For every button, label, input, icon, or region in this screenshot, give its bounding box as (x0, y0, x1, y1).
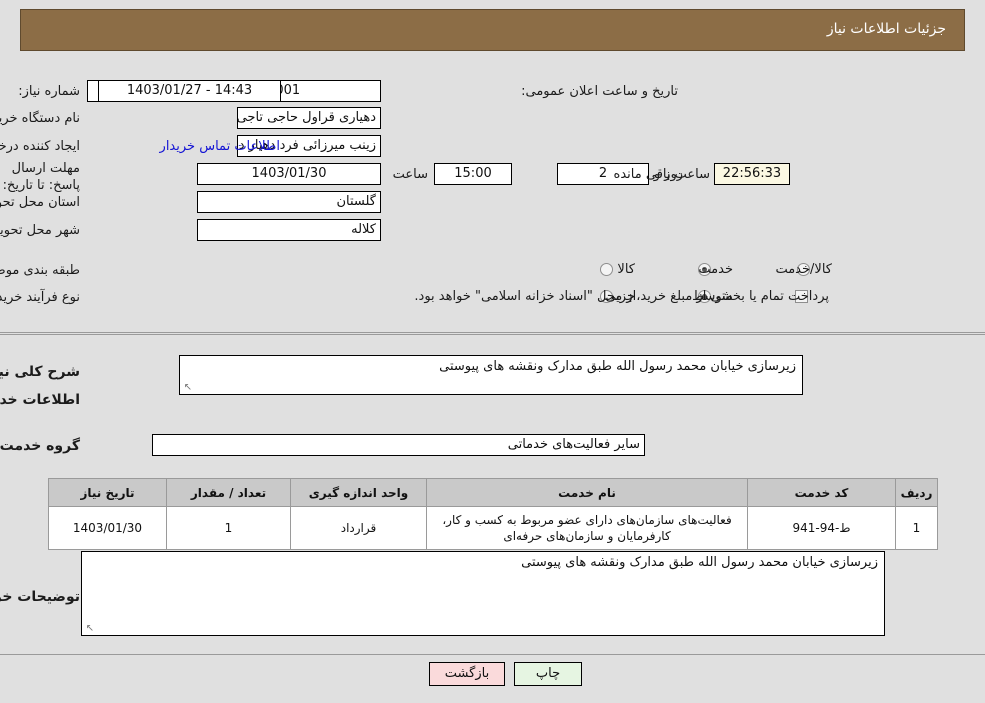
table-header-row: ردیف کد خدمت نام خدمت واحد اندازه گیری ت… (48, 478, 938, 507)
need-summary-label: شرح کلی نیاز: (0, 364, 80, 380)
table-header-service-code: کد خدمت (747, 478, 896, 507)
page-title: جزئیات اطلاعات نیاز (826, 21, 946, 37)
need-summary-value: زیرسازی خیابان محمد رسول الله طبق مدارک … (439, 359, 796, 374)
radio-category-khedmat-label: خدمت (698, 262, 733, 277)
resize-grip-icon-2[interactable] (84, 624, 94, 634)
page-title-bar: جزئیات اطلاعات نیاز (20, 9, 965, 51)
public-announce-label: تاریخ و ساعت اعلان عمومی: (521, 84, 678, 99)
cell-service-code: ط-94-941 (747, 506, 896, 550)
cell-service-name: فعالیت‌های سازمان‌های دارای عضو مربوط به… (426, 506, 748, 550)
resize-grip-icon[interactable] (182, 383, 192, 393)
cell-unit: قرارداد (290, 506, 427, 550)
city-label: شهر محل تحویل: (0, 223, 80, 238)
table-header-row-index: ردیف (895, 478, 938, 507)
buyer-notes-value: زیرسازی خیابان محمد رسول الله طبق مدارک … (521, 555, 878, 570)
radio-category-kala-khedmat-label: کالا/خدمت (775, 262, 832, 277)
remaining-time-label: ساعت باقی مانده (613, 167, 710, 182)
cell-need-date: 1403/01/30 (48, 506, 167, 550)
buyer-notes-label: توضیحات خریدار: (0, 589, 80, 605)
services-table: ردیف کد خدمت نام خدمت واحد اندازه گیری ت… (48, 478, 938, 550)
table-header-need-date: تاریخ نیاز (48, 478, 167, 507)
province-value: گلستان (197, 191, 381, 213)
services-section-heading: اطلاعات خدمات مورد نیاز (0, 392, 80, 408)
remaining-time-value: 22:56:33 (714, 163, 790, 185)
requester-label: ایجاد کننده درخواست: (0, 139, 80, 154)
table-header-service-name: نام خدمت (426, 478, 748, 507)
need-number-label: شماره نیاز: (18, 84, 80, 99)
table-row: 1 ط-94-941 فعالیت‌های سازمان‌های دارای ع… (48, 506, 938, 550)
buyer-notes-textarea[interactable]: زیرسازی خیابان محمد رسول الله طبق مدارک … (81, 551, 885, 636)
table-header-quantity: تعداد / مقدار (166, 478, 291, 507)
table-header-unit: واحد اندازه گیری (290, 478, 427, 507)
print-button[interactable]: چاپ (514, 662, 582, 686)
category-label: طبقه بندی موضوعی: (0, 263, 80, 278)
radio-category-kala[interactable] (600, 263, 613, 276)
radio-category-kala-label: کالا (617, 262, 635, 277)
service-group-value: سایر فعالیت‌های خدماتی (152, 434, 645, 456)
province-label: استان محل تحویل: (0, 195, 80, 210)
buyer-contact-link[interactable]: اطلاعات تماس خریدار (140, 139, 280, 154)
buyer-org-value: دهیاری قراول حاجی تاجی بخش مرکزی شهرستان… (237, 107, 381, 129)
cell-row-index: 1 (895, 506, 938, 550)
back-button[interactable]: بازگشت (429, 662, 505, 686)
buyer-org-label: نام دستگاه خریدار: (0, 111, 80, 126)
cell-quantity: 1 (166, 506, 291, 550)
need-summary-textarea[interactable]: زیرسازی خیابان محمد رسول الله طبق مدارک … (179, 355, 803, 395)
service-group-label: گروه خدمت: (0, 438, 80, 454)
deadline-label: مهلت ارسال پاسخ: تا تاریخ: (2, 161, 80, 193)
city-value: کلاله (197, 219, 381, 241)
process-label: نوع فرآیند خرید : (0, 290, 80, 305)
checkbox-islamic-treasury-label: پرداخت تمام یا بخشی از مبلغ خرید،از محل … (414, 289, 829, 304)
public-announce-value: 14:43 - 1403/01/27 (98, 80, 281, 102)
